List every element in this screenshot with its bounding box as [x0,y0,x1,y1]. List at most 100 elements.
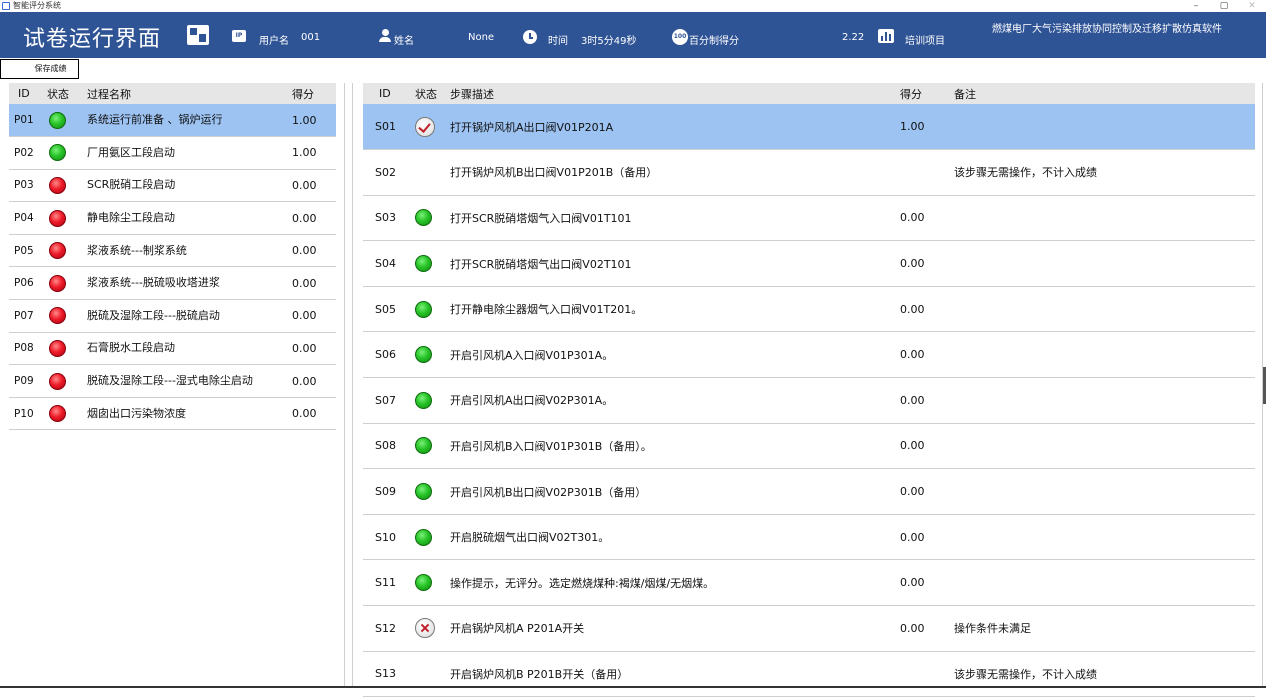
process-name: 系统运行前准备 、锅炉运行 [87,104,292,138]
step-id: S07 [363,377,415,424]
maximize-button[interactable]: ▢ [1214,0,1234,12]
green-status-icon [49,144,66,162]
col-header-status[interactable]: 状态 [47,83,87,104]
green-status-icon [415,574,432,592]
process-table-panel: ID 状态 过程名称 得分 P01 系统运行前准备 、锅炉运行 1.00 P02 厂用… [9,83,336,431]
score-value: 2.22 [842,32,865,43]
process-row[interactable]: P09 脱硫及湿除工段---湿式电除尘启动 0.00 [9,364,336,398]
step-note [954,514,1255,561]
step-score: 0.00 [900,286,954,333]
project-label: 培训项目 [905,36,945,47]
step-id: S05 [363,286,415,333]
step-status [415,423,450,470]
process-score: 0.00 [292,169,336,203]
process-id: P06 [9,266,47,301]
col-header-process-name[interactable]: 过程名称 [87,83,292,104]
green-status-icon [415,391,432,409]
green-status-icon [415,209,432,227]
step-row[interactable]: S08 开启引风机B入口阀V01P301B（备用）。 0.00 [363,423,1255,470]
process-row[interactable]: P10 烟囱出口污染物浓度 0.00 [9,397,336,431]
step-note: 该步骤无需操作，不计入成绩 [954,651,1255,697]
step-row[interactable]: S04 打开SCR脱硝塔烟气出口阀V02T101 0.00 [363,240,1255,287]
minimize-button[interactable]: – [1186,0,1206,12]
red-status-icon [49,339,66,357]
step-desc: 打开SCR脱硝塔烟气出口阀V02T101 [450,240,900,287]
window-titlebar: 智能评分系统 – ▢ ✕ [0,0,1266,12]
col-header-step-status[interactable]: 状态 [415,83,450,104]
step-status [415,240,450,287]
step-desc: 操作提示，无评分。选定燃烧煤种:褐煤/烟煤/无烟煤。 [450,559,900,607]
step-score: 0.00 [900,331,954,379]
process-status [47,104,87,138]
step-row[interactable]: S11 操作提示，无评分。选定燃烧煤种:褐煤/烟煤/无烟煤。 0.00 [363,559,1255,607]
col-header-id[interactable]: ID [9,83,47,104]
step-row[interactable]: S07 开启引风机A出口阀V02P301A。 0.00 [363,377,1255,424]
process-row[interactable]: P06 浆液系统---脱硫吸收塔进浆 0.00 [9,266,336,301]
process-name: 静电除尘工段启动 [87,201,292,235]
green-status-icon [49,111,66,129]
step-table: ID 状态 步骤描述 得分 备注 S01 打开锅炉风机A出口阀V01P201A 1.… [363,83,1255,697]
step-desc: 打开锅炉风机B出口阀V01P201B（备用） [450,149,900,196]
close-button[interactable]: ✕ [1242,0,1262,12]
process-id: P10 [9,397,47,431]
name-label: 姓名 [394,36,414,47]
red-status-icon [49,209,66,227]
username-value: 001 [301,32,321,43]
col-header-step-id[interactable]: ID [363,83,415,104]
step-status [415,195,450,242]
process-score: 0.00 [292,201,336,235]
col-header-step-desc[interactable]: 步骤描述 [450,83,900,104]
red-status-icon [49,307,66,325]
step-note: 该步骤无需操作，不计入成绩 [954,149,1255,196]
step-id: S04 [363,240,415,287]
red-status-icon [49,274,66,292]
process-row[interactable]: P05 浆液系统---制浆系统 0.00 [9,234,336,268]
green-status-icon [415,528,432,546]
process-status [47,234,87,268]
col-header-step-note[interactable]: 备注 [954,83,1255,104]
process-status [47,136,87,170]
process-row[interactable]: P03 SCR脱硝工段启动 0.00 [9,169,336,203]
step-row[interactable]: S02 打开锅炉风机B出口阀V01P201B（备用） 该步骤无需操作，不计入成绩 [363,149,1255,196]
step-score: 1.00 [900,104,954,151]
col-header-score[interactable]: 得分 [292,83,336,104]
green-status-icon [415,437,432,455]
time-value: 3时5分49秒 [581,36,637,47]
step-row[interactable]: S09 开启引风机B出口阀V02P301B（备用） 0.00 [363,468,1255,515]
process-name: 脱硫及湿除工段---湿式电除尘启动 [87,364,292,398]
step-row[interactable]: S10 开启脱硫烟气出口阀V02T301。 0.00 [363,514,1255,561]
process-name: 石膏脱水工段启动 [87,332,292,366]
step-row[interactable]: S13 开启锅炉风机B P201B开关（备用） 该步骤无需操作，不计入成绩 [363,651,1255,697]
process-row[interactable]: P02 厂用氨区工段启动 1.00 [9,136,336,170]
step-score: 0.00 [900,195,954,242]
red-status-icon [49,405,66,423]
save-score-button[interactable]: 保存成绩 [0,59,79,79]
col-header-step-score[interactable]: 得分 [900,83,954,104]
process-row[interactable]: P04 静电除尘工段启动 0.00 [9,201,336,235]
step-row[interactable]: S05 打开静电除尘器烟气入口阀V01T201。 0.00 [363,286,1255,333]
step-id: S10 [363,514,415,561]
step-id: S06 [363,331,415,379]
process-id: P04 [9,201,47,235]
process-row[interactable]: P08 石膏脱水工段启动 0.00 [9,332,336,366]
step-row[interactable]: S06 开启引风机A入口阀V01P301A。 0.00 [363,331,1255,379]
process-name: SCR脱硝工段启动 [87,169,292,203]
process-score: 1.00 [292,104,336,138]
step-status [415,149,450,196]
process-row[interactable]: P07 脱硫及湿除工段---脱硫启动 0.00 [9,299,336,333]
process-name: 脱硫及湿除工段---脱硫启动 [87,299,292,333]
step-row[interactable]: S01 打开锅炉风机A出口阀V01P201A 1.00 [363,104,1255,151]
step-status [415,377,450,424]
app-icon [2,2,10,10]
process-id: P02 [9,136,47,170]
step-id: S11 [363,559,415,607]
process-row[interactable]: P01 系统运行前准备 、锅炉运行 1.00 [9,104,336,138]
step-desc: 开启引风机A入口阀V01P301A。 [450,331,900,379]
step-desc: 开启锅炉风机B P201B开关（备用） [450,651,900,697]
person-icon [379,29,391,43]
step-row[interactable]: S03 打开SCR脱硝塔烟气入口阀V01T101 0.00 [363,195,1255,242]
step-status [415,605,450,652]
step-score: 0.00 [900,377,954,424]
step-row[interactable]: S12 开启锅炉风机A P201A开关 0.00 操作条件未满足 [363,605,1255,652]
clock-icon [523,30,537,44]
